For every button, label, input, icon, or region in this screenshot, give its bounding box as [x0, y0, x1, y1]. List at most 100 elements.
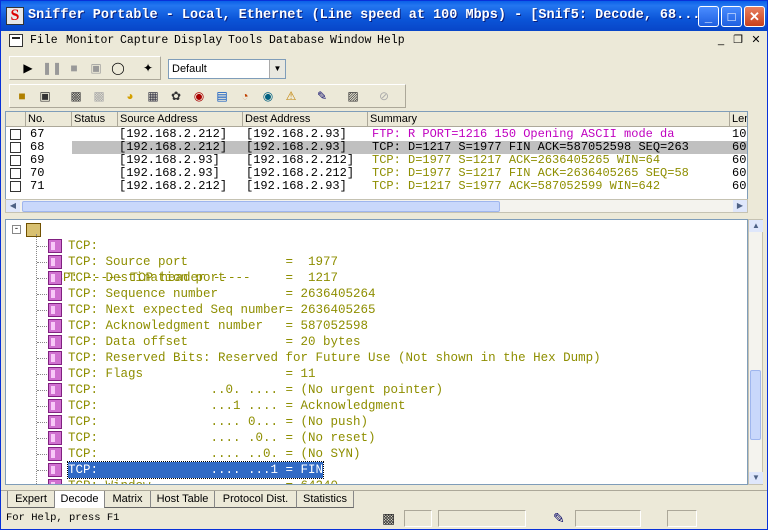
row-checkbox[interactable]	[10, 129, 21, 140]
tree-node[interactable]: TCP: ..0. .... = (No urgent pointer)	[6, 382, 747, 398]
tab-host-table[interactable]: Host Table	[150, 491, 214, 508]
source-address: [192.168.2.93]	[119, 167, 220, 180]
save-icon[interactable]: ▣	[35, 87, 55, 106]
disabled-icon[interactable]: ⊘	[374, 87, 394, 106]
field-text: TCP: Window = 64240	[68, 478, 338, 484]
host-table-icon[interactable]: ▦	[143, 87, 163, 106]
row-checkbox[interactable]	[10, 168, 21, 179]
tree-node[interactable]: TCP:	[6, 238, 747, 254]
col-header-source[interactable]: Source Address	[118, 112, 243, 127]
tree-node[interactable]: TCP: Data offset = 20 bytes	[6, 334, 747, 350]
field-text: TCP: Reserved Bits: Reserved for Future …	[68, 351, 601, 365]
tab-decode[interactable]: Decode	[54, 491, 104, 508]
protocol-dist-icon[interactable]: ◔	[235, 87, 255, 106]
tree-node[interactable]: TCP: .... ..0. = (No SYN)	[6, 446, 747, 462]
summary-horizontal-scrollbar[interactable]: ◀ ▶	[5, 199, 748, 213]
alarm-icon[interactable]: ⚠	[281, 87, 301, 106]
packet-summary-list[interactable]: No. Status Source Address Dest Address S…	[5, 111, 748, 212]
col-header-no[interactable]: No.	[26, 112, 72, 127]
tab-expert[interactable]: Expert	[7, 491, 54, 508]
field-text: TCP: Data offset = 20 bytes	[68, 335, 361, 349]
row-checkbox[interactable]	[10, 155, 21, 166]
chevron-down-icon[interactable]: ▼	[269, 60, 285, 78]
tree-node[interactable]: TCP: Window = 64240	[6, 478, 747, 484]
tree-node[interactable]: TCP: Destination port = 1217	[6, 270, 747, 286]
menu-display[interactable]: Display	[174, 34, 222, 47]
matrix-icon[interactable]: ✿	[166, 87, 186, 106]
packet-summary: TCP: D=1217 S=1977 FIN ACK=587052598 SEQ…	[372, 141, 689, 154]
scroll-down-icon[interactable]: ▼	[749, 472, 763, 484]
play-icon[interactable]: ▶	[18, 59, 38, 78]
tree-node[interactable]: TCP: Acknowledgment number = 587052598	[6, 318, 747, 334]
col-header-check[interactable]	[6, 112, 26, 127]
menu-help[interactable]: Help	[377, 34, 405, 47]
tree-node[interactable]: TCP: Flags = 11	[6, 366, 747, 382]
col-header-len[interactable]: Len	[730, 112, 747, 127]
col-header-summary[interactable]: Summary	[368, 112, 730, 127]
binoculars-icon[interactable]: ◯	[108, 59, 128, 78]
mdi-close-button[interactable]: ✕	[748, 33, 764, 47]
collapse-icon[interactable]: -	[12, 225, 21, 234]
tab-protocol-dist[interactable]: Protocol Dist.	[214, 491, 296, 508]
col-header-status[interactable]: Status	[72, 112, 118, 127]
menu-window[interactable]: Window	[330, 34, 371, 47]
open-icon[interactable]: ■	[12, 87, 32, 106]
tree-node[interactable]: TCP: Next expected Seq number= 263640526…	[6, 302, 747, 318]
field-icon	[48, 479, 62, 484]
field-icon	[48, 463, 62, 477]
tree-node-selected[interactable]: TCP: .... ...1 = FIN	[6, 461, 747, 479]
document-icon[interactable]	[9, 34, 23, 47]
tree-node[interactable]: TCP: Reserved Bits: Reserved for Future …	[6, 350, 747, 366]
table-row[interactable]: 71 [192.168.2.212] [192.168.2.93] TCP: D=12…	[6, 180, 747, 193]
tree-node[interactable]: TCP: Sequence number = 2636405264	[6, 286, 747, 302]
sniffer-app-icon[interactable]: S	[6, 7, 24, 25]
tree-node[interactable]: TCP: ...1 .... = Acknowledgment	[6, 398, 747, 414]
packet-detail-tree[interactable]: - TCP: ----- TCP header ----- TCP: TCP: S…	[5, 219, 748, 485]
stop-display-icon[interactable]: ▣	[86, 59, 106, 78]
global-stats-icon[interactable]: ◉	[258, 87, 278, 106]
art-icon[interactable]: ◉	[189, 87, 209, 106]
table-row[interactable]: 69 [192.168.2.93] [192.168.2.212] TCP: D=19…	[6, 154, 747, 167]
capture-filter-icon[interactable]: ✎	[312, 87, 332, 106]
tree-node[interactable]: TCP: .... .0.. = (No reset)	[6, 430, 747, 446]
detail-vertical-scrollbar[interactable]: ▲ ▼	[748, 219, 763, 485]
close-button[interactable]: ✕	[744, 6, 765, 27]
dest-address: [192.168.2.212]	[246, 154, 355, 167]
tab-matrix[interactable]: Matrix	[104, 491, 150, 508]
title-bar[interactable]: S Sniffer Portable - Local, Ethernet (Li…	[1, 1, 767, 31]
table-row[interactable]: 70 [192.168.2.93] [192.168.2.212] TCP: D=19…	[6, 167, 747, 180]
wizard-icon[interactable]: ✦	[138, 59, 158, 78]
table-row[interactable]: 68 [192.168.2.212] [192.168.2.93] TCP: D=12…	[6, 141, 747, 154]
table-row[interactable]: 67 [192.168.2.212] [192.168.2.93] FTP: R PO…	[6, 128, 747, 141]
menu-monitor[interactable]: Monitor	[66, 34, 114, 47]
menu-database[interactable]: Database	[269, 34, 324, 47]
dashboard-icon[interactable]: ◕	[120, 87, 140, 106]
stop-icon[interactable]: ■	[64, 59, 84, 78]
maximize-button[interactable]: □	[721, 6, 742, 27]
row-checkbox[interactable]	[10, 142, 21, 153]
history-icon[interactable]: ▤	[212, 87, 232, 106]
menu-tools[interactable]: Tools	[228, 34, 263, 47]
minimize-button[interactable]: _	[698, 6, 719, 27]
tree-node[interactable]: TCP: Source port = 1977	[6, 254, 747, 270]
scroll-left-icon[interactable]: ◀	[6, 200, 20, 212]
mdi-restore-button[interactable]: ❐	[730, 33, 746, 47]
row-checkbox[interactable]	[10, 181, 21, 192]
menu-capture[interactable]: Capture	[120, 34, 168, 47]
tree-connector	[37, 294, 47, 295]
scroll-up-icon[interactable]: ▲	[749, 220, 763, 232]
print-icon[interactable]: ▩	[66, 87, 86, 106]
address-book-icon[interactable]: ▨	[343, 87, 363, 106]
mdi-minimize-button[interactable]: _	[713, 33, 729, 47]
tree-node[interactable]: TCP: .... 0... = (No push)	[6, 414, 747, 430]
pause-icon[interactable]: ❚❚	[42, 59, 62, 78]
profile-select[interactable]: Default ▼	[168, 59, 286, 79]
tab-statistics[interactable]: Statistics	[296, 491, 354, 508]
scroll-thumb[interactable]	[22, 201, 500, 212]
col-header-dest[interactable]: Dest Address	[243, 112, 368, 127]
tcp-header-node[interactable]: - TCP: ----- TCP header -----	[6, 222, 747, 285]
menu-file[interactable]: File	[30, 34, 58, 47]
print-preview-icon[interactable]: ▩	[89, 87, 109, 106]
scroll-right-icon[interactable]: ▶	[733, 200, 747, 212]
scroll-thumb[interactable]	[750, 370, 761, 440]
